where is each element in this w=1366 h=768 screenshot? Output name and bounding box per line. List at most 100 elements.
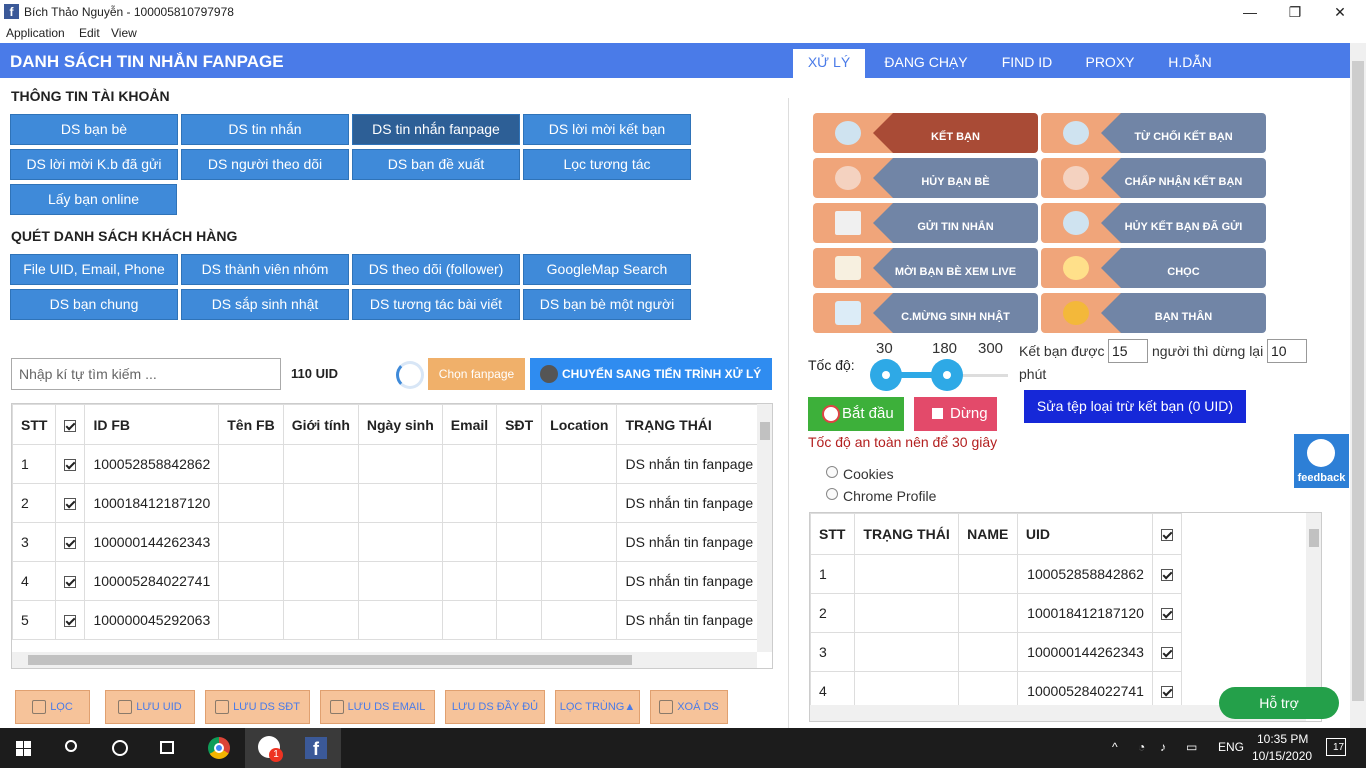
table-row[interactable]: 4 100005284022741 DS nhắn tin fanpage — [12, 561, 763, 601]
ds-ban-chung-button[interactable]: DS bạn chung — [10, 289, 178, 320]
maximize-button[interactable]: ❐ — [1275, 2, 1315, 22]
pcol-trang-thai[interactable]: TRẠNG THÁI — [854, 513, 960, 555]
cookies-radio[interactable] — [826, 466, 838, 478]
process-vscrollbar[interactable] — [1306, 513, 1321, 705]
tab-find-id[interactable]: FIND ID — [992, 49, 1062, 78]
pcol-check[interactable] — [1151, 513, 1183, 555]
chrome-icon[interactable] — [196, 728, 244, 768]
ds-theo-doi-button[interactable]: DS theo dõi (follower) — [352, 254, 520, 285]
table-row[interactable]: 2 100018412187120 DS nhắn tin fanpage — [12, 483, 763, 523]
col-stt[interactable]: STT — [12, 404, 57, 445]
close-button[interactable]: ✕ — [1320, 2, 1360, 22]
tab-xu-ly[interactable]: XỬ LÝ — [793, 49, 865, 78]
pause-minutes-input[interactable]: 10 — [1267, 339, 1307, 363]
speed-slider-high-handle[interactable] — [931, 359, 964, 391]
clock-time[interactable]: 10:35 PM — [1257, 732, 1308, 746]
prow-check[interactable] — [1151, 632, 1183, 672]
table-row[interactable]: 5 100000045292063 DS nhắn tin fanpage — [12, 600, 763, 640]
minimize-button[interactable]: — — [1230, 2, 1270, 22]
menu-edit[interactable]: Edit — [79, 26, 100, 40]
gui-tin-nhan-action[interactable]: GỬI TIN NHẮN — [813, 203, 1038, 243]
cortana-icon[interactable] — [96, 728, 144, 768]
table-vscroll-thumb[interactable] — [760, 422, 770, 440]
col-check[interactable] — [55, 404, 86, 445]
table-row[interactable]: 1 100052858842862 — [810, 554, 1183, 594]
tab-dang-chay[interactable]: ĐANG CHẠY — [876, 49, 976, 78]
tab-huong-dan[interactable]: H.DẪN — [1160, 49, 1220, 78]
row-checkbox[interactable] — [1160, 647, 1173, 660]
row-checkbox[interactable] — [64, 576, 77, 589]
ds-ban-be-button[interactable]: DS bạn bè — [10, 114, 178, 145]
col-ngay-sinh[interactable]: Ngày sinh — [357, 404, 443, 445]
ds-tin-nhan-fanpage-button[interactable]: DS tin nhắn fanpage — [352, 114, 520, 145]
chuc-mung-sinh-nhat-action[interactable]: C.MỪNG SINH NHẬT — [813, 293, 1038, 333]
huy-ket-ban-da-gui-action[interactable]: HỦY KẾT BẠN ĐÃ GỬI — [1041, 203, 1266, 243]
loc-trung-button[interactable]: LỌC TRÙNG▲ — [555, 690, 640, 724]
luu-sdt-button[interactable]: LƯU DS SĐT — [205, 690, 310, 724]
table-vscrollbar[interactable] — [757, 404, 772, 652]
col-ten-fb[interactable]: Tên FB — [218, 404, 284, 445]
row-checkbox[interactable] — [1160, 608, 1173, 621]
network-icon[interactable]: ◔ — [1138, 740, 1145, 754]
ds-ban-de-xuat-button[interactable]: DS bạn đề xuất — [352, 149, 520, 180]
table-hscroll-thumb[interactable] — [28, 655, 632, 665]
windows-start-icon[interactable] — [0, 728, 48, 768]
row-check[interactable] — [55, 522, 86, 562]
task-view-icon[interactable] — [144, 728, 192, 768]
row-checkbox[interactable] — [1160, 569, 1173, 582]
ds-loi-moi-da-gui-button[interactable]: DS lời mời K.b đã gửi — [10, 149, 178, 180]
chap-nhan-ket-ban-action[interactable]: CHẤP NHẬN KẾT BẠN — [1041, 158, 1266, 198]
start-button[interactable]: Bắt đầu — [808, 397, 904, 431]
ds-tuong-tac-bai-viet-button[interactable]: DS tương tác bài viết — [352, 289, 520, 320]
feedback-button[interactable]: feedback — [1294, 434, 1349, 488]
luu-day-du-button[interactable]: LƯU DS ĐẦY ĐỦ — [445, 690, 545, 724]
clock-date[interactable]: 10/15/2020 — [1252, 749, 1312, 763]
row-checkbox[interactable] — [64, 498, 77, 511]
row-check[interactable] — [55, 561, 86, 601]
tu-choi-ket-ban-action[interactable]: TỪ CHỐI KẾT BẠN — [1041, 113, 1266, 153]
col-trang-thai[interactable]: TRẠNG THÁI — [616, 404, 763, 445]
row-checkbox[interactable] — [64, 537, 77, 550]
pcol-stt[interactable]: STT — [810, 513, 856, 555]
support-button[interactable]: Hỗ trợ — [1219, 687, 1339, 719]
moi-xem-live-action[interactable]: MỜI BẠN BÈ XEM LIVE — [813, 248, 1038, 288]
ds-tin-nhan-button[interactable]: DS tin nhắn — [181, 114, 349, 145]
choc-action[interactable]: CHỌC — [1041, 248, 1266, 288]
col-email[interactable]: Email — [441, 404, 498, 445]
lay-ban-online-button[interactable]: Lấy bạn online — [10, 184, 177, 215]
tray-chevron-icon[interactable]: ^ — [1112, 740, 1118, 754]
notification-icon[interactable]: 17 — [1326, 738, 1346, 756]
menu-application[interactable]: Application — [6, 26, 65, 40]
pcol-uid[interactable]: UID — [1016, 513, 1153, 555]
process-select-all-checkbox[interactable] — [1160, 529, 1173, 542]
main-scrollbar-thumb[interactable] — [1352, 61, 1364, 701]
stop-button[interactable]: Dừng — [914, 397, 997, 431]
keyboard-icon[interactable]: ▭ — [1186, 740, 1197, 754]
ban-than-action[interactable]: BẠN THÂN — [1041, 293, 1266, 333]
edit-exclude-list-button[interactable]: Sửa tệp loại trừ kết bạn (0 UID) — [1024, 390, 1246, 423]
main-scrollbar[interactable] — [1350, 43, 1366, 728]
table-row[interactable]: 2 100018412187120 — [810, 593, 1183, 633]
row-check[interactable] — [55, 444, 86, 484]
ds-loi-moi-ket-ban-button[interactable]: DS lời mời kết bạn — [523, 114, 691, 145]
menu-view[interactable]: View — [111, 26, 137, 40]
tab-proxy[interactable]: PROXY — [1078, 49, 1142, 78]
facebook-taskbar-icon[interactable]: f — [293, 728, 341, 768]
select-all-checkbox[interactable] — [64, 419, 77, 432]
process-vscroll-thumb[interactable] — [1309, 529, 1319, 547]
row-checkbox[interactable] — [64, 459, 77, 472]
chrome-profile-radio[interactable] — [826, 488, 838, 500]
loc-button[interactable]: LỌC — [15, 690, 90, 724]
xoa-ds-button[interactable]: XOÁ DS — [650, 690, 728, 724]
col-sdt[interactable]: SĐT — [496, 404, 543, 445]
col-location[interactable]: Location — [541, 404, 618, 445]
row-check[interactable] — [55, 483, 86, 523]
ds-sap-sinh-nhat-button[interactable]: DS sắp sinh nhật — [181, 289, 349, 320]
col-id-fb[interactable]: ID FB — [84, 404, 220, 445]
googlemap-search-button[interactable]: GoogleMap Search — [523, 254, 691, 285]
table-row[interactable]: 3 100000144262343 DS nhắn tin fanpage — [12, 522, 763, 562]
huy-ban-be-action[interactable]: HỦY BẠN BÈ — [813, 158, 1038, 198]
prow-check[interactable] — [1151, 554, 1183, 594]
ds-nguoi-theo-doi-button[interactable]: DS người theo dõi — [181, 149, 349, 180]
file-uid-button[interactable]: File UID, Email, Phone — [10, 254, 178, 285]
